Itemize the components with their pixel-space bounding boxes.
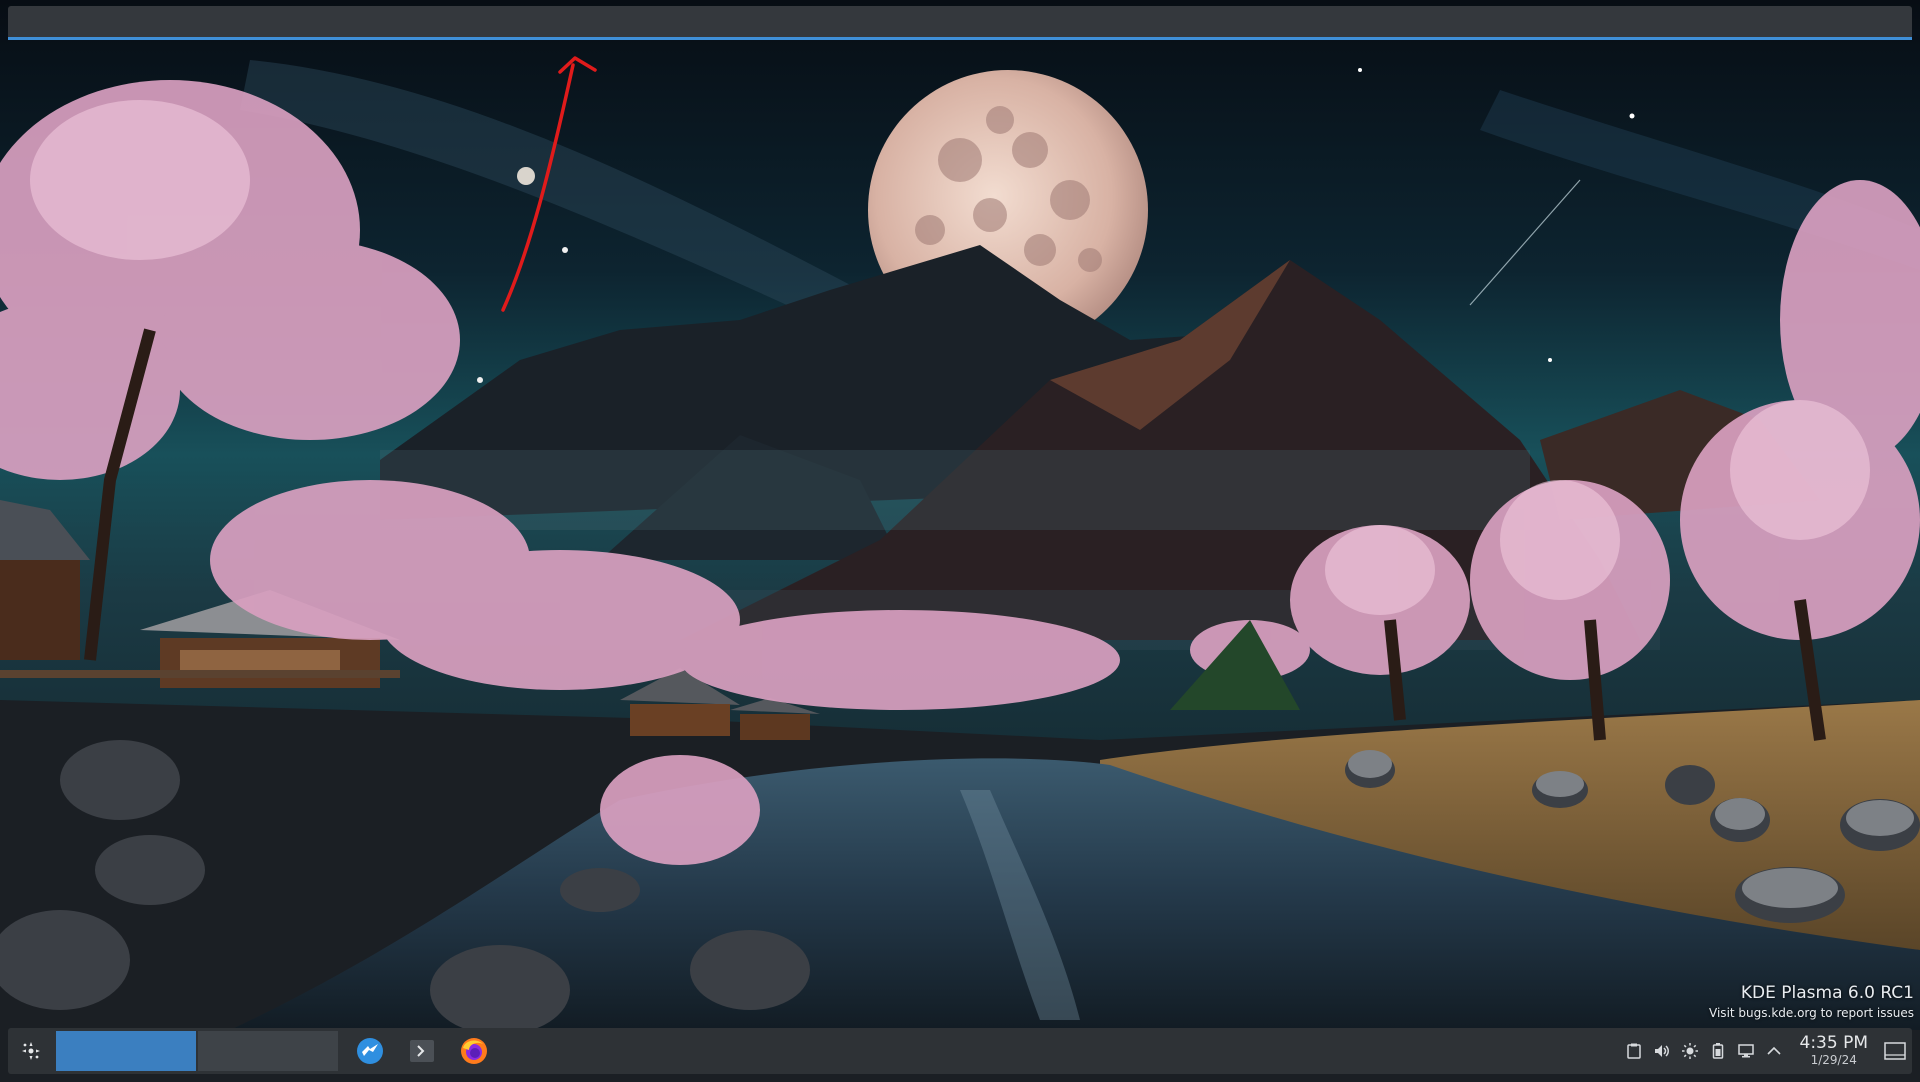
watermark-subtitle: Visit bugs.kde.org to report issues bbox=[1709, 1006, 1914, 1020]
clipboard-tray-button[interactable] bbox=[1620, 1028, 1648, 1074]
top-panel-highlight bbox=[8, 37, 1912, 40]
desktop-1-button[interactable] bbox=[56, 1031, 196, 1071]
firefox-task-button[interactable] bbox=[452, 1028, 496, 1074]
digital-clock[interactable]: 4:35 PM 1/29/24 bbox=[1800, 1034, 1869, 1068]
clock-date: 1/29/24 bbox=[1810, 1053, 1857, 1067]
firefox-icon bbox=[461, 1038, 487, 1064]
network-tray-button[interactable] bbox=[1732, 1028, 1760, 1074]
top-panel[interactable] bbox=[8, 6, 1912, 40]
clock-time: 4:35 PM bbox=[1799, 1033, 1869, 1053]
brightness-icon bbox=[1681, 1043, 1698, 1059]
bottom-taskbar: 4:35 PM 1/29/24 bbox=[8, 1028, 1912, 1074]
brightness-tray-button[interactable] bbox=[1676, 1028, 1704, 1074]
plasma-discover-icon bbox=[357, 1038, 383, 1064]
volume-tray-button[interactable] bbox=[1648, 1028, 1676, 1074]
show-desktop-icon bbox=[1884, 1042, 1906, 1060]
desktop-2-button[interactable] bbox=[198, 1031, 338, 1071]
system-tray: 4:35 PM 1/29/24 bbox=[1620, 1028, 1913, 1074]
volume-icon bbox=[1654, 1045, 1669, 1057]
battery-tray-button[interactable] bbox=[1704, 1028, 1732, 1074]
clipboard-icon bbox=[1626, 1043, 1641, 1059]
peek-at-desktop-button[interactable] bbox=[1878, 1028, 1912, 1074]
desktop-wallpaper bbox=[0, 0, 1920, 1082]
terminal-task-button[interactable] bbox=[400, 1028, 444, 1074]
expand-tray-icon bbox=[1766, 1046, 1781, 1055]
battery-icon bbox=[1712, 1043, 1723, 1059]
virtual-desktop-pager bbox=[56, 1031, 340, 1071]
application-launcher-button[interactable] bbox=[8, 1028, 54, 1074]
network-icon bbox=[1737, 1044, 1754, 1058]
plasma-version-watermark: KDE Plasma 6.0 RC1 Visit bugs.kde.org to… bbox=[1709, 982, 1914, 1022]
discover-task-button[interactable] bbox=[348, 1028, 392, 1074]
watermark-title: KDE Plasma 6.0 RC1 bbox=[1740, 983, 1914, 1003]
terminal-icon bbox=[410, 1040, 434, 1062]
expand-tray-button[interactable] bbox=[1760, 1028, 1788, 1074]
kde-launcher-icon bbox=[22, 1042, 40, 1060]
